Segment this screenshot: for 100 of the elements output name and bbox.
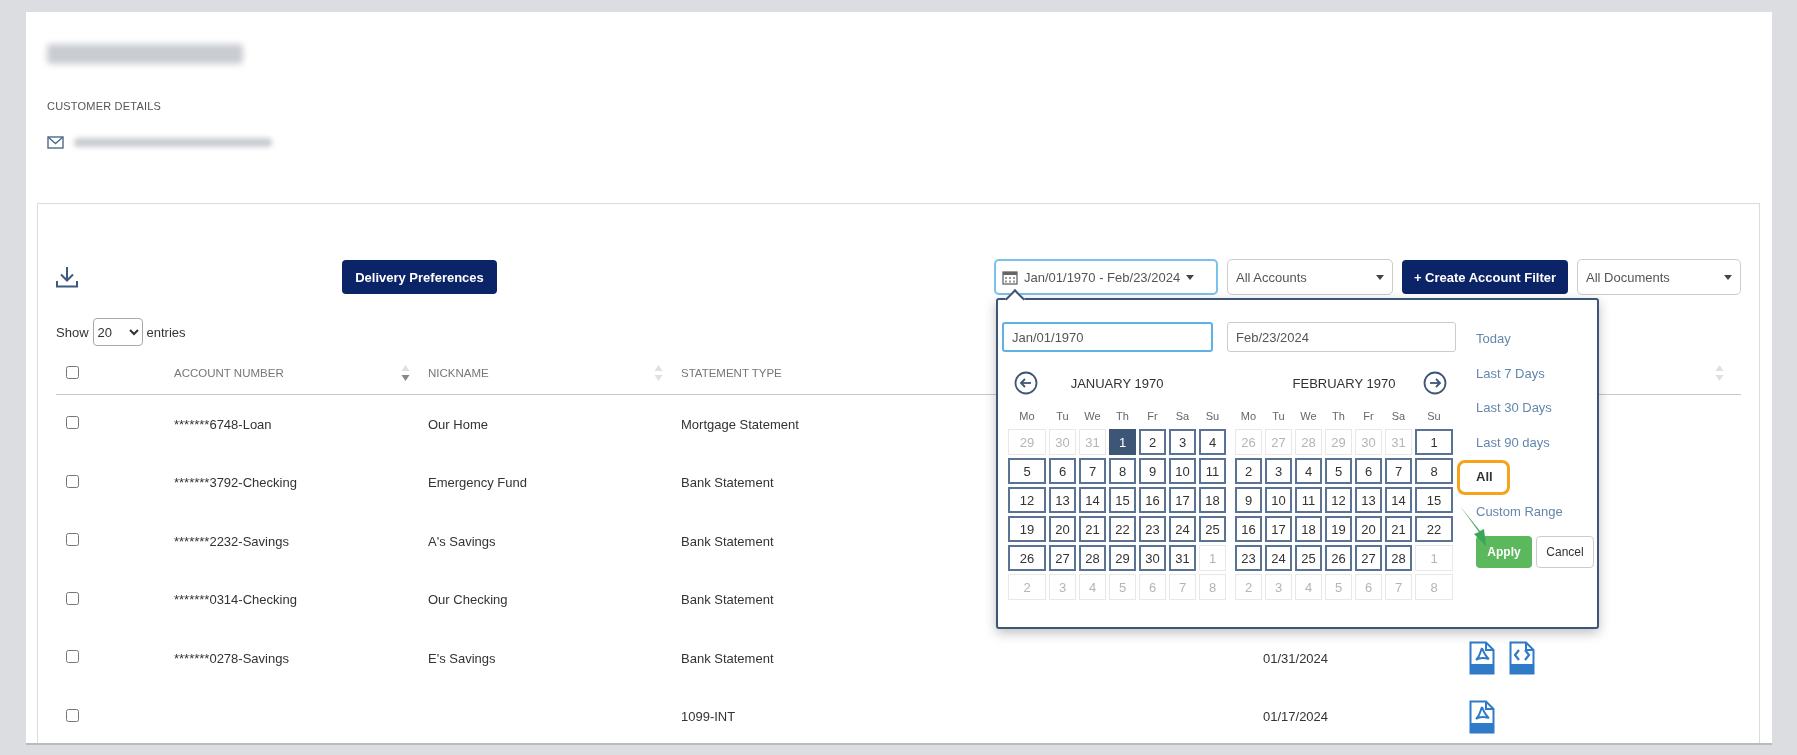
calendar-day[interactable]: 18 bbox=[1199, 487, 1226, 513]
calendar-day[interactable]: 19 bbox=[1325, 516, 1352, 542]
calendar-day[interactable]: 6 bbox=[1355, 458, 1382, 484]
calendar-day[interactable]: 8 bbox=[1415, 458, 1453, 484]
calendar-day[interactable]: 25 bbox=[1295, 545, 1322, 571]
calendar-day[interactable]: 10 bbox=[1265, 487, 1292, 513]
table-cell: *******0278-Savings bbox=[174, 650, 289, 666]
arrow-left-icon[interactable] bbox=[1014, 371, 1038, 395]
calendar-day[interactable]: 3 bbox=[1169, 429, 1196, 455]
calendar-day[interactable]: 22 bbox=[1415, 516, 1453, 542]
calendar-day[interactable]: 6 bbox=[1049, 458, 1076, 484]
download-icon bbox=[56, 266, 78, 288]
calendar-day[interactable]: 7 bbox=[1385, 458, 1412, 484]
column-header[interactable]: STATEMENT TYPE bbox=[681, 367, 782, 379]
row-checkbox[interactable] bbox=[66, 416, 79, 430]
calendar-day[interactable]: 17 bbox=[1265, 516, 1292, 542]
calendar-day[interactable]: 2 bbox=[1139, 429, 1166, 455]
calendar-day[interactable]: 13 bbox=[1049, 487, 1076, 513]
calendar-day[interactable]: 9 bbox=[1139, 458, 1166, 484]
calendar-day[interactable]: 27 bbox=[1355, 545, 1382, 571]
table-cell: Bank Statement bbox=[681, 475, 774, 491]
calendar-day[interactable]: 3 bbox=[1265, 458, 1292, 484]
range-option[interactable]: Last 90 days bbox=[1457, 425, 1567, 461]
row-checkbox[interactable] bbox=[66, 533, 79, 547]
calendar-day[interactable]: 28 bbox=[1385, 545, 1412, 571]
row-checkbox[interactable] bbox=[66, 474, 79, 488]
calendar-day[interactable]: 20 bbox=[1049, 516, 1076, 542]
weekday-label: Sa bbox=[1175, 410, 1190, 422]
calendar-day[interactable]: 18 bbox=[1295, 516, 1322, 542]
cancel-button[interactable]: Cancel bbox=[1536, 535, 1594, 568]
calendar-day[interactable]: 29 bbox=[1109, 545, 1136, 571]
accounts-select[interactable]: All Accounts bbox=[1227, 259, 1393, 295]
pdf-file-icon[interactable] bbox=[1469, 641, 1495, 676]
calendar-day[interactable]: 7 bbox=[1079, 458, 1106, 484]
calendar-day[interactable]: 16 bbox=[1235, 516, 1262, 542]
date-range-field[interactable]: Jan/01/1970 - Feb/23/2024 bbox=[994, 259, 1218, 295]
row-checkbox[interactable] bbox=[66, 708, 79, 722]
calendar-day[interactable]: 4 bbox=[1199, 429, 1226, 455]
calendar-day[interactable]: 14 bbox=[1385, 487, 1412, 513]
calendar-day[interactable]: 2 bbox=[1235, 458, 1262, 484]
select-all-checkbox[interactable] bbox=[66, 365, 79, 379]
code-file-icon[interactable] bbox=[1509, 641, 1535, 676]
calendar-day[interactable]: 28 bbox=[1079, 545, 1106, 571]
calendar-day[interactable]: 31 bbox=[1169, 545, 1196, 571]
calendar-day[interactable]: 23 bbox=[1235, 545, 1262, 571]
end-date-field[interactable]: Feb/23/2024 bbox=[1227, 322, 1456, 352]
calendar-day[interactable]: 21 bbox=[1079, 516, 1106, 542]
calendar-day[interactable]: 4 bbox=[1295, 458, 1322, 484]
calendar-day[interactable]: 12 bbox=[1325, 487, 1352, 513]
calendar-day[interactable]: 20 bbox=[1355, 516, 1382, 542]
calendar-day[interactable]: 5 bbox=[1325, 458, 1352, 484]
documents-select[interactable]: All Documents bbox=[1577, 259, 1741, 295]
calendar-day[interactable]: 24 bbox=[1169, 516, 1196, 542]
table-cell: Emergency Fund bbox=[428, 475, 527, 491]
start-date-field[interactable]: Jan/01/1970 bbox=[1002, 322, 1213, 352]
calendar-day[interactable]: 11 bbox=[1199, 458, 1226, 484]
calendar-day[interactable]: 22 bbox=[1109, 516, 1136, 542]
calendar-day[interactable]: 21 bbox=[1385, 516, 1412, 542]
column-header[interactable]: ACCOUNT NUMBER bbox=[174, 367, 284, 379]
calendar-day[interactable]: 13 bbox=[1355, 487, 1382, 513]
column-header[interactable]: NICKNAME bbox=[428, 367, 489, 379]
calendar-day[interactable]: 26 bbox=[1008, 545, 1046, 571]
calendar-day[interactable]: 8 bbox=[1109, 458, 1136, 484]
pdf-file-icon[interactable] bbox=[1469, 699, 1495, 734]
calendar-day[interactable]: 12 bbox=[1008, 487, 1046, 513]
calendar-day[interactable]: 27 bbox=[1049, 545, 1076, 571]
calendar-day[interactable]: 16 bbox=[1139, 487, 1166, 513]
calendar-day[interactable]: 19 bbox=[1008, 516, 1046, 542]
arrow-right-icon[interactable] bbox=[1423, 371, 1447, 395]
range-option[interactable]: All bbox=[1457, 460, 1510, 495]
calendar-day[interactable]: 15 bbox=[1109, 487, 1136, 513]
calendar-day[interactable]: 25 bbox=[1199, 516, 1226, 542]
calendar-day[interactable]: 30 bbox=[1139, 545, 1166, 571]
calendar-day[interactable]: 1 bbox=[1109, 429, 1136, 455]
entries-select[interactable]: 20 bbox=[92, 318, 143, 346]
range-option[interactable]: Last 7 Days bbox=[1457, 356, 1562, 392]
calendar-day[interactable]: 17 bbox=[1169, 487, 1196, 513]
calendar-day[interactable]: 15 bbox=[1415, 487, 1453, 513]
row-checkbox[interactable] bbox=[66, 591, 79, 605]
caret-icon bbox=[1376, 274, 1384, 280]
entries-label: entries bbox=[146, 324, 186, 340]
calendar-day[interactable]: 10 bbox=[1169, 458, 1196, 484]
calendar-day[interactable]: 5 bbox=[1008, 458, 1046, 484]
table-cell: 01/31/2024 bbox=[1263, 650, 1329, 666]
calendar-day[interactable]: 11 bbox=[1295, 487, 1322, 513]
calendar-day[interactable]: 14 bbox=[1079, 487, 1106, 513]
table-cell: Mortgage Statement bbox=[681, 416, 799, 432]
calendar-day[interactable]: 1 bbox=[1415, 429, 1453, 455]
calendar-day[interactable]: 23 bbox=[1139, 516, 1166, 542]
range-option[interactable]: Today bbox=[1457, 322, 1528, 357]
calendar-day[interactable]: 24 bbox=[1265, 545, 1292, 571]
range-option[interactable]: Last 30 Days bbox=[1457, 391, 1569, 426]
range-option[interactable]: Custom Range bbox=[1457, 494, 1580, 530]
table-cell: *******3792-Checking bbox=[174, 475, 297, 491]
create-account-filter-button[interactable]: + Create Account Filter bbox=[1402, 260, 1568, 294]
table-cell: E's Savings bbox=[428, 650, 496, 666]
calendar-day[interactable]: 9 bbox=[1235, 487, 1262, 513]
calendar-day[interactable]: 26 bbox=[1325, 545, 1352, 571]
row-checkbox[interactable] bbox=[66, 650, 79, 664]
delivery-preferences-button[interactable]: Delivery Preferences bbox=[342, 260, 497, 294]
